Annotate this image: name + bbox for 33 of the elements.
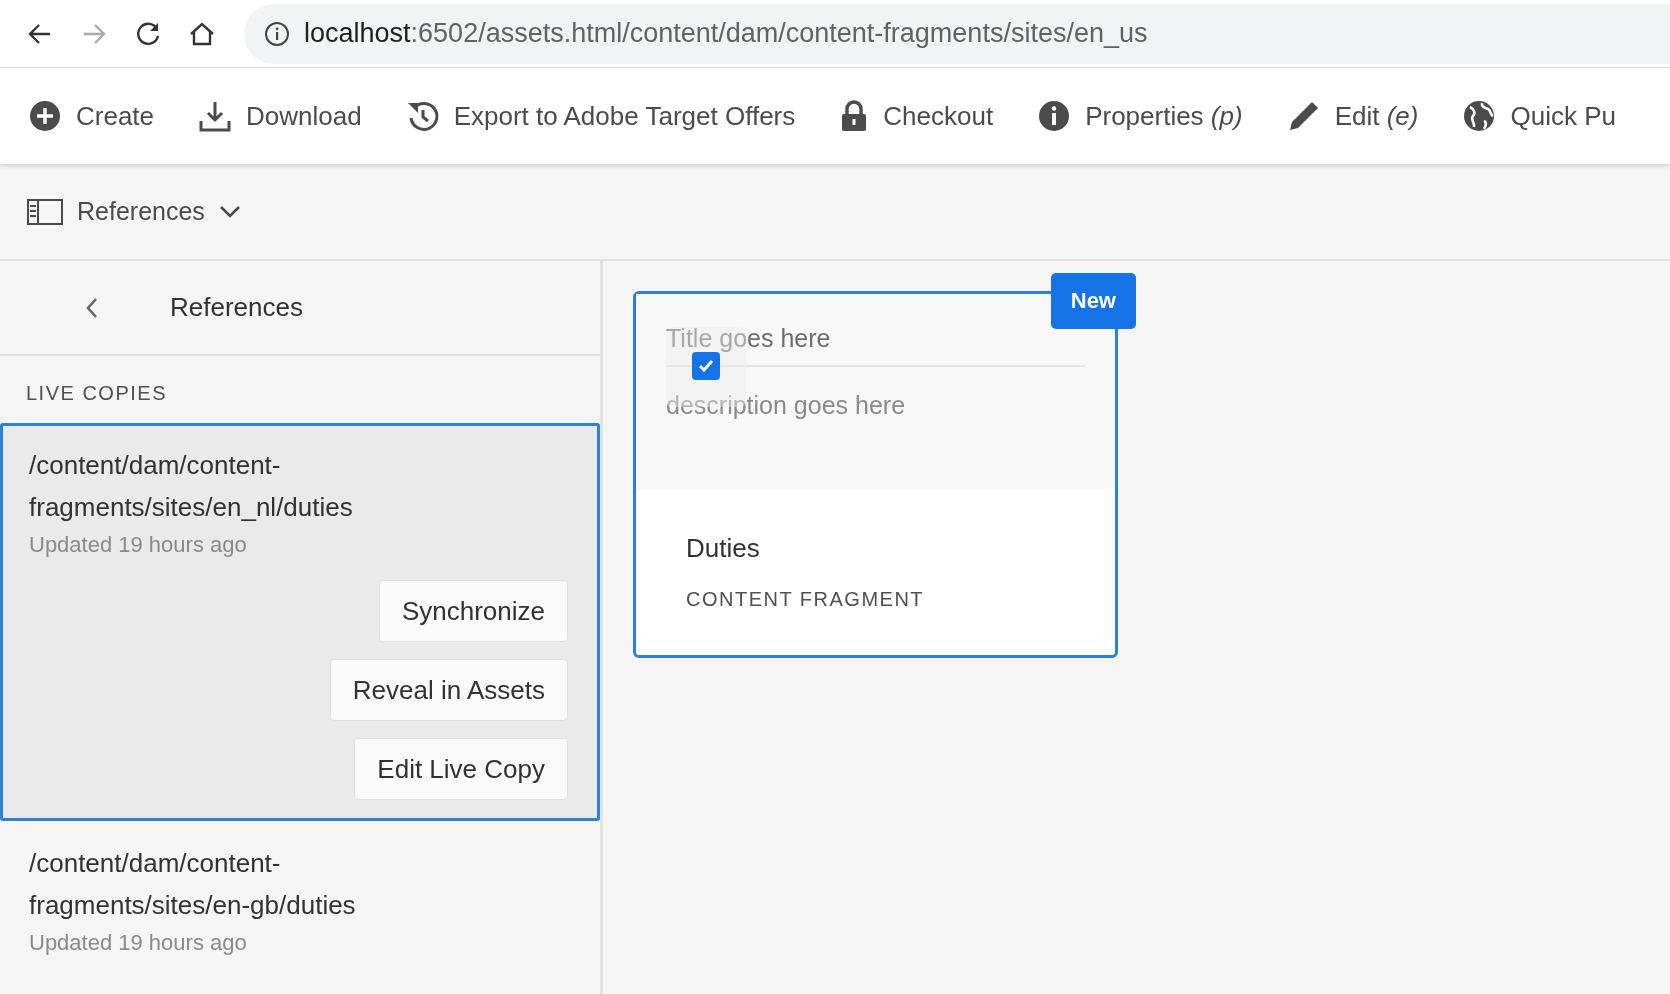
- updated-text: Updated 19 hours ago: [29, 930, 248, 956]
- toolbar-button[interactable]: Download: [198, 95, 362, 137]
- rail-selector[interactable]: References: [27, 193, 241, 230]
- checkbox[interactable]: [692, 352, 720, 380]
- fragment-type: CONTENT FRAGMENT: [686, 588, 926, 611]
- section-heading: LIVE COPIES: [25, 381, 168, 406]
- chevron-down-icon: [218, 204, 241, 219]
- globe-icon: [1462, 99, 1497, 133]
- toolbar-button[interactable]: Checkout: [839, 95, 994, 137]
- download-icon: [198, 99, 233, 133]
- toolbar-button[interactable]: Edit (e): [1286, 95, 1419, 137]
- fragment-name: Duties: [686, 533, 761, 564]
- toolbar-button[interactable]: Export to Adobe Target Offers: [405, 95, 796, 137]
- toolbar-button[interactable]: Create: [28, 95, 155, 137]
- toolbar-button[interactable]: Quick Pu: [1462, 95, 1616, 137]
- new-badge: New: [1050, 273, 1136, 329]
- toolbar-button[interactable]: Properties (p): [1037, 95, 1243, 137]
- action-button[interactable]: Edit Live Copy: [354, 738, 568, 800]
- panel-title: References: [170, 292, 303, 323]
- live-copy-item[interactable]: /content/dam/content-fragments/sites/en_nl/duties Updated 19 hours ago Synchronize Reveal in Assets Edit Live Copy: [0, 423, 600, 821]
- url-path: :6502/assets.html/content/dam/content-fragments/sites/en_us: [410, 18, 1148, 49]
- address-bar[interactable]: localhost:6502/assets.html/content/dam/content-fragments/sites/en_us: [244, 3, 1670, 64]
- live-copy-path: /content/dam/content-fragments/sites/en_nl/duties: [29, 449, 354, 524]
- live-copy-item[interactable]: /content/dam/content-fragments/sites/en-gb/duties Updated 19 hours ago: [0, 821, 600, 977]
- updated-text: Updated 19 hours ago: [29, 532, 248, 558]
- action-button[interactable]: Synchronize: [378, 580, 568, 642]
- info-icon: [264, 20, 290, 47]
- sidebar-icon: [27, 198, 63, 225]
- plus-icon: [28, 99, 62, 133]
- live-copy-path: /content/dam/content-fragments/sites/en-gb/duties: [29, 847, 357, 922]
- url-host: localhost: [304, 18, 411, 49]
- action-button[interactable]: Reveal in Assets: [329, 659, 568, 721]
- info-icon: [1037, 99, 1072, 133]
